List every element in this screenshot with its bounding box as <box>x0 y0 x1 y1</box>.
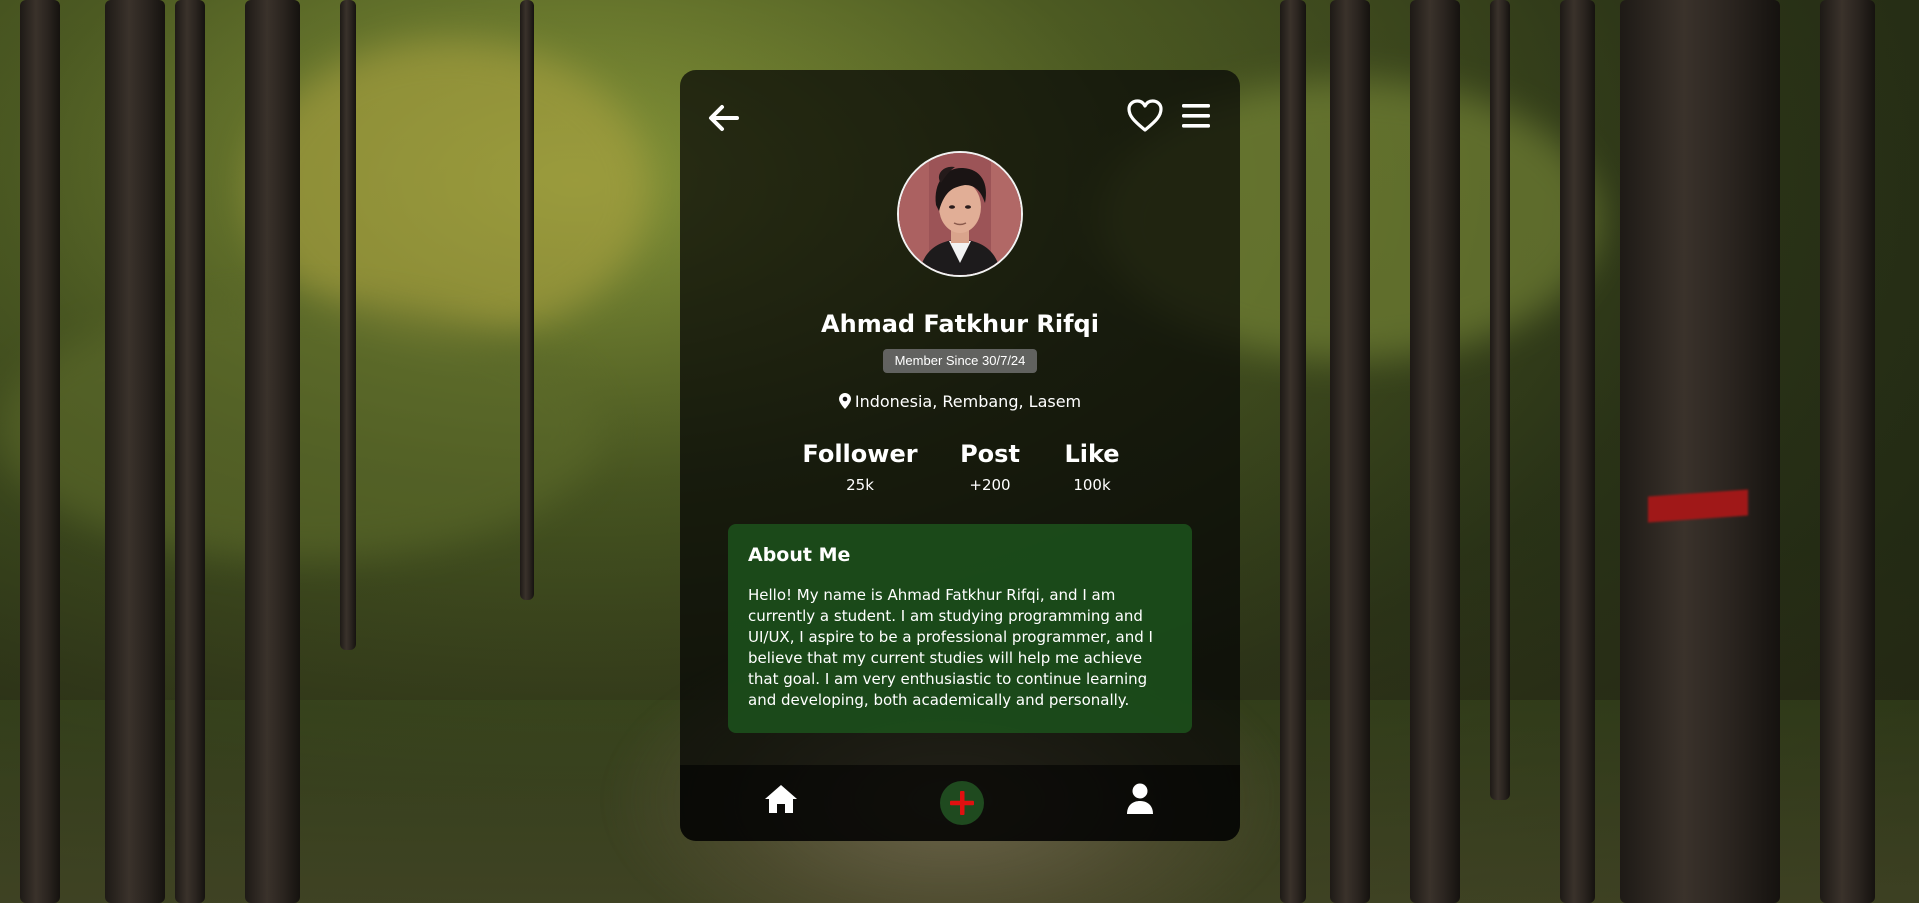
tree-trunk <box>20 0 60 903</box>
home-icon <box>765 785 797 813</box>
about-title: About Me <box>748 544 851 566</box>
tree-trunk <box>1410 0 1460 903</box>
user-icon <box>1127 783 1153 814</box>
stat-follower: Follower 25k <box>800 440 920 494</box>
favorite-button[interactable] <box>1126 98 1164 134</box>
tree-trunk <box>1620 0 1780 903</box>
profile-name: Ahmad Fatkhur Rifqi <box>821 310 1099 338</box>
menu-button[interactable] <box>1180 102 1212 130</box>
nav-add-button[interactable] <box>940 781 984 825</box>
stat-post: Post +200 <box>930 440 1050 494</box>
stat-label: Follower <box>802 440 918 468</box>
location: Indonesia, Rembang, Lasem <box>680 392 1240 411</box>
stat-like: Like 100k <box>1047 440 1137 494</box>
tree-trunk <box>1330 0 1370 903</box>
tree-trunk <box>1560 0 1595 903</box>
profile-card: Ahmad Fatkhur Rifqi Member Since 30/7/24… <box>680 70 1240 841</box>
stat-value: 25k <box>846 476 874 494</box>
tree-trunk <box>105 0 165 903</box>
tree-trunk <box>175 0 205 903</box>
tree-trunk <box>520 0 534 600</box>
arrow-left-icon <box>709 105 739 131</box>
member-since-badge: Member Since 30/7/24 <box>883 349 1037 373</box>
stat-value: +200 <box>969 476 1011 494</box>
tree-trunk <box>245 0 300 903</box>
tree-trunk <box>1490 0 1510 800</box>
stat-value: 100k <box>1073 476 1111 494</box>
avatar <box>897 151 1023 277</box>
foliage-blur <box>250 40 650 340</box>
nav-profile-button[interactable] <box>1126 783 1154 815</box>
stat-label: Post <box>960 440 1020 468</box>
tree-trunk <box>1280 0 1306 903</box>
stat-label: Like <box>1064 440 1120 468</box>
bottom-nav <box>680 765 1240 841</box>
tree-trunk <box>1820 0 1875 903</box>
back-button[interactable] <box>706 100 742 136</box>
nav-home-button[interactable] <box>764 783 798 815</box>
location-text: Indonesia, Rembang, Lasem <box>854 392 1082 411</box>
plus-icon <box>950 791 974 815</box>
map-pin-icon <box>838 393 851 409</box>
menu-icon <box>1182 104 1210 128</box>
avatar-portrait <box>899 153 1021 275</box>
heart-icon <box>1127 99 1163 132</box>
about-text: Hello! My name is Ahmad Fatkhur Rifqi, a… <box>748 586 1153 709</box>
tree-trunk <box>340 0 356 650</box>
foliage-blur <box>0 300 600 560</box>
about-me-section: About Me Hello! My name is Ahmad Fatkhur… <box>728 524 1192 733</box>
